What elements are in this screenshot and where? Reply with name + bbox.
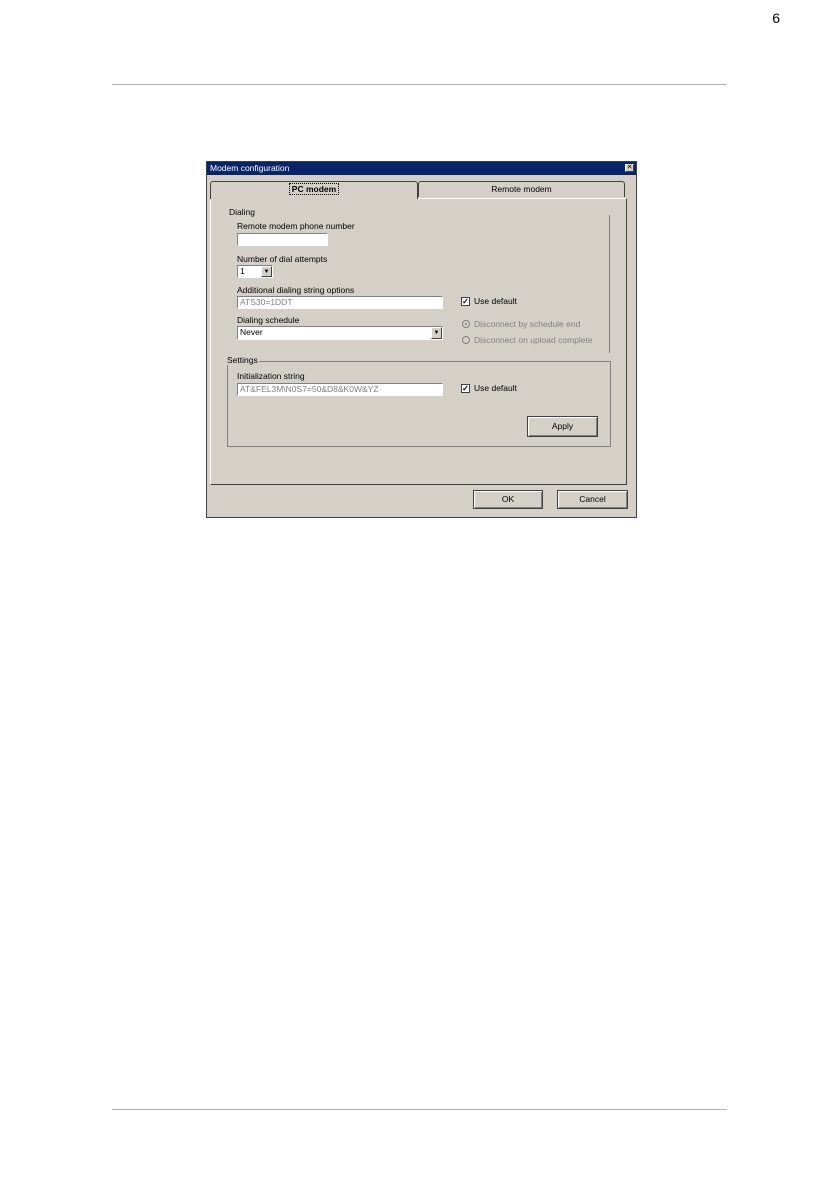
additional-dialing-input[interactable]: ATS30=1DDT <box>237 296 443 309</box>
radio-disconnect-upload-complete-label: Disconnect on upload complete <box>474 335 593 345</box>
init-use-default-label: Use default <box>474 383 517 393</box>
additional-dialing-label: Additional dialing string options <box>237 285 355 295</box>
dialing-schedule-label: Dialing schedule <box>237 315 300 325</box>
cancel-button[interactable]: Cancel <box>557 490 628 509</box>
dialing-schedule-select[interactable]: Never ▼ <box>237 326 443 340</box>
additional-use-default-checkbox[interactable]: ✓ <box>461 297 470 306</box>
footer-rule <box>112 1109 727 1110</box>
dial-attempts-value: 1 <box>240 266 245 276</box>
phone-number-label: Remote modem phone number <box>237 221 355 231</box>
phone-number-input[interactable] <box>237 233 328 246</box>
dialing-schedule-value: Never <box>240 327 263 337</box>
apply-button[interactable]: Apply <box>527 416 598 437</box>
radio-disconnect-upload-complete[interactable] <box>462 336 470 344</box>
settings-group-label: Settings <box>226 355 259 365</box>
dial-attempts-label: Number of dial attempts <box>237 254 328 264</box>
dialog-content: Dialing Remote modem phone number Number… <box>206 161 637 518</box>
init-string-input[interactable]: AT&FEL3M\N0S7=50&D8&K0W&YZ <box>237 383 443 396</box>
header-rule <box>112 84 727 85</box>
page-number: 6 <box>772 10 780 26</box>
radio-disconnect-schedule-end[interactable] <box>462 320 470 328</box>
chevron-down-icon[interactable]: ▼ <box>431 327 442 339</box>
ok-button[interactable]: OK <box>473 490 543 509</box>
dial-attempts-select[interactable]: 1 ▼ <box>237 265 273 278</box>
additional-use-default-label: Use default <box>474 296 517 306</box>
chevron-down-icon[interactable]: ▼ <box>261 266 272 277</box>
init-use-default-checkbox[interactable]: ✓ <box>461 384 470 393</box>
init-string-label: Initialization string <box>237 371 305 381</box>
radio-disconnect-schedule-end-label: Disconnect by schedule end <box>474 319 581 329</box>
dialing-group-label: Dialing <box>229 207 255 217</box>
